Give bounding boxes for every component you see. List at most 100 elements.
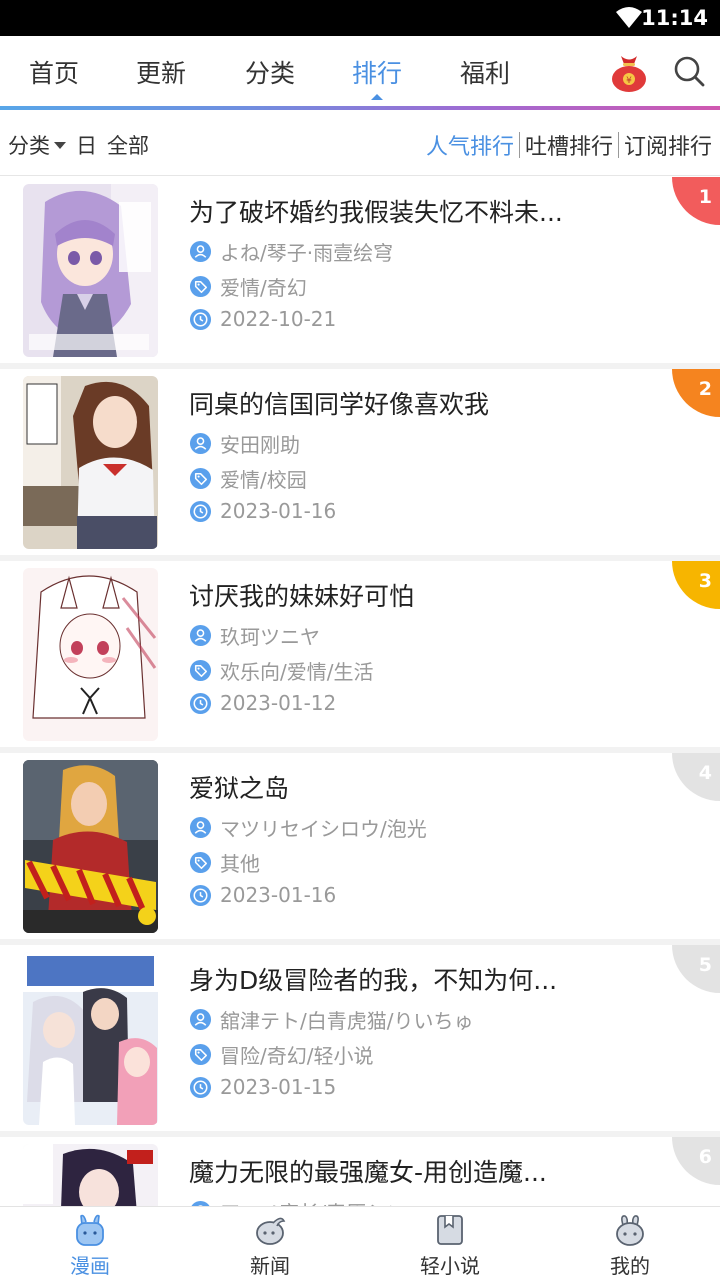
category-filter[interactable]: 分类 bbox=[8, 130, 50, 160]
bottom-tab-comics[interactable]: 漫画 bbox=[30, 1213, 150, 1279]
search-icon[interactable] bbox=[673, 55, 705, 87]
author-row: 舘津テト/白青虎猫/りいちゅ bbox=[189, 1005, 473, 1034]
manga-title[interactable]: 爱狱之岛 bbox=[189, 769, 609, 805]
svg-text:¥: ¥ bbox=[626, 76, 632, 86]
tab-categories[interactable]: 分类 bbox=[245, 54, 295, 90]
clock-icon bbox=[189, 1076, 212, 1098]
list-item[interactable]: 身为D级冒险者的我，不知为何... 舘津テト/白青虎猫/りいちゅ 冒险/奇幻/轻… bbox=[0, 945, 720, 1131]
author-text: よね/琴子·雨壹绘穹 bbox=[220, 241, 394, 265]
date-row: 2022-10-21 bbox=[189, 307, 336, 331]
date-row: 2023-01-12 bbox=[189, 691, 336, 715]
red-envelope-icon[interactable]: ¥ bbox=[610, 51, 648, 93]
user-icon bbox=[189, 432, 212, 455]
tags-text: 欢乐向/爱情/生活 bbox=[220, 660, 374, 684]
comic-rabbit-icon bbox=[76, 1214, 104, 1246]
novel-book-icon bbox=[437, 1215, 463, 1245]
sort-popular[interactable]: 人气排行 bbox=[426, 129, 514, 161]
sort-divider bbox=[617, 132, 619, 158]
tab-ranking[interactable]: 排行 bbox=[352, 54, 402, 90]
filter-selector[interactable]: 分类 日 全部 bbox=[8, 130, 149, 160]
clock-icon bbox=[189, 884, 212, 906]
rank-badge: 6 bbox=[672, 1137, 720, 1185]
rank-badge: 3 bbox=[672, 561, 720, 609]
bottom-tab-news[interactable]: 新闻 bbox=[210, 1213, 330, 1279]
active-tab-indicator bbox=[371, 94, 383, 100]
filter-bar: 分类 日 全部 人气排行 吐槽排行 订阅排行 bbox=[0, 110, 720, 176]
tag-icon bbox=[189, 1043, 212, 1066]
chevron-down-icon bbox=[54, 141, 66, 149]
manga-title[interactable]: 为了破坏婚约我假装失忆不料未... bbox=[189, 193, 609, 229]
tags-row: 爱情/校园 bbox=[189, 464, 307, 493]
list-item[interactable]: 爱狱之岛 マツリセイシロウ/泡光 其他 2023-01-16 4 bbox=[0, 753, 720, 939]
rank-badge: 1 bbox=[672, 177, 720, 225]
clock-icon bbox=[189, 308, 212, 330]
date-text: 2023-01-15 bbox=[220, 1075, 337, 1099]
user-icon bbox=[189, 816, 212, 839]
tab-welfare[interactable]: 福利 bbox=[460, 54, 510, 90]
tag-icon bbox=[189, 659, 212, 682]
cover-image[interactable] bbox=[23, 568, 158, 741]
sort-subscriptions[interactable]: 订阅排行 bbox=[624, 129, 712, 161]
rank-badge: 5 bbox=[672, 945, 720, 993]
tag-icon bbox=[189, 851, 212, 874]
author-row: 玖珂ツニヤ bbox=[189, 621, 320, 650]
bottom-tab-label: 漫画 bbox=[70, 1254, 110, 1278]
tag-icon bbox=[189, 275, 212, 298]
date-row: 2023-01-16 bbox=[189, 883, 336, 907]
date-text: 2023-01-16 bbox=[220, 883, 337, 907]
sort-options: 人气排行 吐槽排行 订阅排行 bbox=[426, 129, 712, 161]
sort-comments[interactable]: 吐槽排行 bbox=[525, 129, 613, 161]
author-text: 安田刚助 bbox=[220, 433, 300, 457]
date-text: 2023-01-16 bbox=[220, 499, 337, 523]
user-icon bbox=[189, 240, 212, 263]
date-text: 2023-01-12 bbox=[220, 691, 337, 715]
status-bar: 11:14 bbox=[0, 0, 720, 36]
tags-text: 冒险/奇幻/轻小说 bbox=[220, 1044, 374, 1068]
clock-icon bbox=[189, 500, 212, 522]
sort-divider bbox=[518, 132, 520, 158]
wifi-icon bbox=[616, 7, 642, 28]
cover-image[interactable] bbox=[23, 376, 158, 549]
bottom-nav: 漫画 新闻 轻小说 我的 bbox=[0, 1206, 720, 1280]
list-item[interactable]: 为了破坏婚约我假装失忆不料未... よね/琴子·雨壹绘穹 爱情/奇幻 2022-… bbox=[0, 177, 720, 363]
list-item[interactable]: 讨厌我的妹妹好可怕 玖珂ツニヤ 欢乐向/爱情/生活 2023-01-12 3 bbox=[0, 561, 720, 747]
period-filter[interactable]: 日 bbox=[76, 130, 97, 160]
cover-image[interactable] bbox=[23, 184, 158, 357]
author-text: 舘津テト/白青虎猫/りいちゅ bbox=[220, 1009, 474, 1033]
ranking-list: 为了破坏婚约我假装失忆不料未... よね/琴子·雨壹绘穹 爱情/奇幻 2022-… bbox=[0, 177, 720, 1280]
date-text: 2022-10-21 bbox=[220, 307, 337, 331]
list-item[interactable]: 同桌的信国同学好像喜欢我 安田刚助 爱情/校园 2023-01-16 2 bbox=[0, 369, 720, 555]
bottom-tab-profile[interactable]: 我的 bbox=[570, 1213, 690, 1279]
author-row: よね/琴子·雨壹绘穹 bbox=[189, 237, 393, 266]
tag-icon bbox=[189, 467, 212, 490]
date-row: 2023-01-16 bbox=[189, 499, 336, 523]
author-row: 安田刚助 bbox=[189, 429, 300, 458]
bottom-tab-label: 我的 bbox=[610, 1254, 650, 1278]
cover-image[interactable] bbox=[23, 952, 158, 1125]
news-icon bbox=[256, 1217, 286, 1245]
profile-rabbit-icon bbox=[616, 1215, 644, 1246]
manga-title[interactable]: 身为D级冒险者的我，不知为何... bbox=[189, 961, 609, 997]
clock-icon bbox=[189, 692, 212, 714]
rank-badge: 4 bbox=[672, 753, 720, 801]
cover-image[interactable] bbox=[23, 760, 158, 933]
rank-badge: 2 bbox=[672, 369, 720, 417]
manga-title[interactable]: 同桌的信国同学好像喜欢我 bbox=[189, 385, 609, 421]
manga-title[interactable]: 魔力无限的最强魔女-用创造魔... bbox=[189, 1153, 609, 1189]
date-row: 2023-01-15 bbox=[189, 1075, 336, 1099]
tags-text: 爱情/校园 bbox=[220, 468, 307, 492]
tags-text: 爱情/奇幻 bbox=[220, 276, 307, 300]
status-time: 11:14 bbox=[641, 6, 708, 30]
tags-row: 其他 bbox=[189, 848, 260, 877]
tab-home[interactable]: 首页 bbox=[29, 54, 79, 90]
tags-text: 其他 bbox=[220, 852, 260, 876]
tags-row: 爱情/奇幻 bbox=[189, 272, 307, 301]
manga-title[interactable]: 讨厌我的妹妹好可怕 bbox=[189, 577, 609, 613]
tags-row: 冒险/奇幻/轻小说 bbox=[189, 1040, 373, 1069]
author-text: 玖珂ツニヤ bbox=[220, 625, 320, 649]
scope-filter[interactable]: 全部 bbox=[107, 130, 149, 160]
author-row: マツリセイシロウ/泡光 bbox=[189, 813, 427, 842]
tab-updates[interactable]: 更新 bbox=[136, 54, 186, 90]
user-icon bbox=[189, 624, 212, 647]
bottom-tab-novels[interactable]: 轻小说 bbox=[390, 1213, 510, 1279]
